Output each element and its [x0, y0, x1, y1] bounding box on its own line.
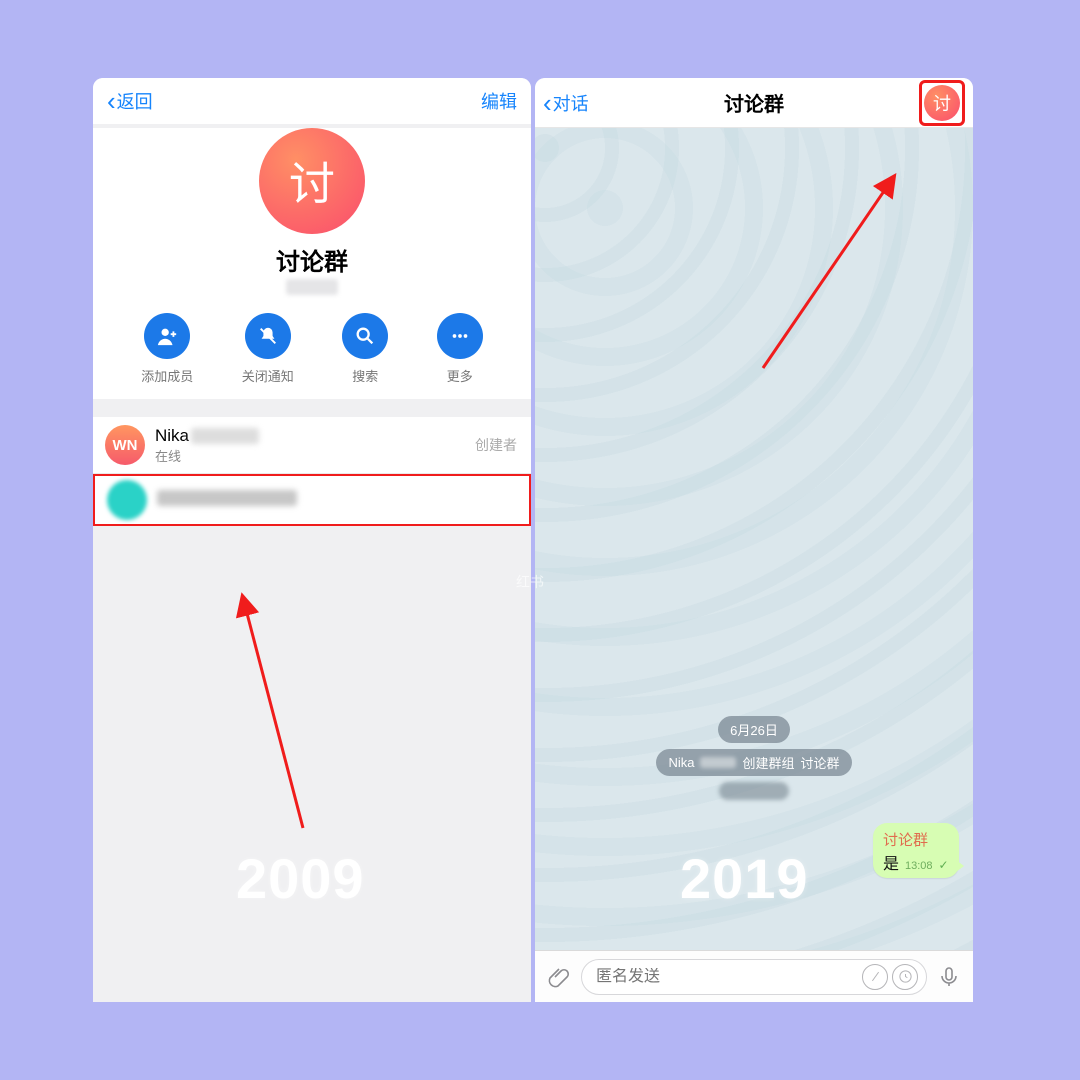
chat-background: 6月26日 Nika创建群组讨论群 讨论群 是 13:08 ✓	[535, 128, 973, 950]
group-action-row: 添加成员 关闭通知 搜索 更多	[93, 301, 531, 399]
mic-icon	[937, 965, 961, 989]
watermark-text: 红书	[516, 572, 544, 592]
outgoing-message-bubble[interactable]: 讨论群 是 13:08 ✓	[873, 823, 959, 878]
voice-button[interactable]	[935, 963, 963, 991]
left-topbar: ‹返回 编辑	[93, 78, 531, 124]
bubble-text: 是	[883, 850, 899, 874]
slash-icon	[868, 969, 883, 984]
chevron-left-icon: ‹	[543, 90, 552, 116]
search-icon	[354, 325, 376, 347]
clock-icon	[898, 969, 913, 984]
add-user-icon	[156, 325, 178, 347]
group-avatar[interactable]: 讨	[259, 128, 365, 234]
group-header: 讨 讨论群	[93, 128, 531, 301]
group-subtitle-blurred	[286, 279, 338, 295]
message-input[interactable]	[596, 968, 862, 986]
date-chip: 6月26日	[718, 716, 790, 743]
member-avatar	[107, 480, 147, 520]
schedule-button[interactable]	[892, 964, 918, 990]
back-button[interactable]: ‹返回	[107, 88, 153, 114]
bell-slash-icon	[257, 325, 279, 347]
search-button[interactable]: 搜索	[342, 313, 388, 385]
member-row-highlighted[interactable]	[93, 474, 531, 526]
member-role-tag: 创建者	[475, 435, 517, 455]
member-name-blurred	[157, 490, 297, 511]
annotation-arrow-icon	[223, 588, 333, 838]
chat-topbar: ‹对话 讨论群 讨	[535, 78, 973, 128]
mute-button[interactable]: 关闭通知	[242, 313, 294, 385]
group-info-panel: ‹ 搜索 ‹返回 编辑 讨 讨论群 添加成员 关闭通知 搜索 更多 WN	[93, 78, 531, 1002]
chat-title: 讨论群	[535, 88, 973, 117]
chat-panel: ‹搜索 ‹对话 讨论群 讨 6月26日 Nika创建群组讨论群 讨论群 是 13…	[535, 78, 973, 1002]
sent-check-icon: ✓	[939, 858, 949, 872]
chat-avatar-highlighted[interactable]: 讨	[919, 80, 965, 126]
more-icon	[449, 325, 471, 347]
system-created-group-chip: Nika创建群组讨论群	[656, 749, 851, 776]
member-row[interactable]: WN Nika 在线 创建者	[93, 417, 531, 474]
edit-button[interactable]: 编辑	[481, 88, 517, 114]
bubble-sender: 讨论群	[883, 829, 949, 850]
back-to-chats-button[interactable]: ‹对话	[543, 90, 589, 116]
member-name: Nika	[155, 426, 259, 446]
member-status: 在线	[155, 446, 259, 465]
message-input-bar	[535, 950, 973, 1002]
more-button[interactable]: 更多	[437, 313, 483, 385]
system-messages: 6月26日 Nika创建群组讨论群	[535, 716, 973, 800]
message-input-wrap[interactable]	[581, 959, 927, 995]
group-name: 讨论群	[93, 242, 531, 277]
add-member-button[interactable]: 添加成员	[141, 313, 193, 385]
command-button[interactable]	[862, 964, 888, 990]
members-list: WN Nika 在线 创建者	[93, 417, 531, 526]
attach-button[interactable]	[545, 963, 573, 991]
chat-avatar: 讨	[924, 85, 960, 121]
chevron-left-icon: ‹	[107, 88, 116, 114]
system-chip-blurred	[719, 782, 789, 800]
member-avatar: WN	[105, 425, 145, 465]
paperclip-icon	[547, 965, 571, 989]
bubble-time: 13:08	[905, 860, 933, 872]
